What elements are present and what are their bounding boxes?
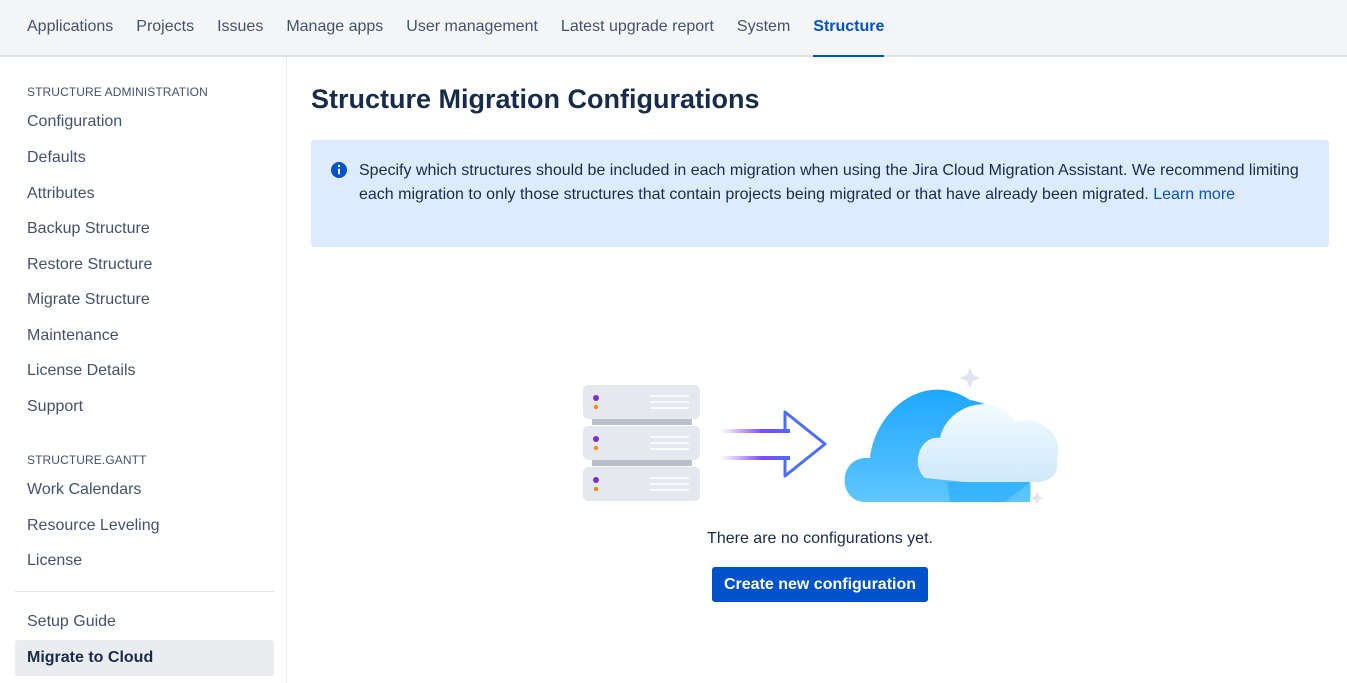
sidebar-item-attributes[interactable]: Attributes (27, 185, 95, 203)
arrow-right-icon (720, 410, 827, 478)
info-banner: Specify which structures should be inclu… (311, 140, 1329, 247)
empty-state-message: There are no configurations yet. (707, 530, 933, 547)
page-title: Structure Migration Configurations (311, 84, 760, 114)
sidebar-item-restore-structure[interactable]: Restore Structure (27, 256, 152, 274)
tab-system[interactable]: System (737, 0, 790, 55)
sidebar-divider (15, 591, 274, 592)
tab-user-management[interactable]: User management (406, 0, 538, 55)
tab-manage-apps[interactable]: Manage apps (286, 0, 383, 55)
sidebar-section-structure-administration: STRUCTURE ADMINISTRATION (27, 85, 208, 99)
tab-issues[interactable]: Issues (217, 0, 263, 55)
sidebar-item-maintenance[interactable]: Maintenance (27, 327, 119, 345)
sidebar-item-defaults[interactable]: Defaults (27, 149, 86, 167)
tab-projects[interactable]: Projects (136, 0, 194, 55)
sidebar-item-configuration[interactable]: Configuration (27, 113, 122, 131)
tab-applications[interactable]: Applications (27, 0, 113, 55)
sidebar-section-structure-gantt: STRUCTURE.GANTT (27, 453, 147, 467)
tab-structure[interactable]: Structure (813, 0, 885, 57)
top-navigation: Applications Projects Issues Manage apps… (0, 0, 1347, 57)
sidebar-item-support[interactable]: Support (27, 398, 83, 416)
sidebar-item-setup-guide[interactable]: Setup Guide (27, 613, 116, 631)
sidebar-item-license-details[interactable]: License Details (27, 362, 136, 380)
banner-text: Specify which structures should be inclu… (359, 159, 1309, 207)
sidebar-item-migrate-to-cloud[interactable]: Migrate to Cloud (15, 640, 274, 676)
cloud-icon (844, 368, 1059, 504)
sidebar: STRUCTURE ADMINISTRATION Configuration D… (0, 57, 287, 683)
learn-more-link[interactable]: Learn more (1153, 186, 1235, 203)
server-to-cloud-illustration (583, 368, 1059, 504)
create-new-configuration-button[interactable]: Create new configuration (712, 567, 928, 602)
sidebar-item-work-calendars[interactable]: Work Calendars (27, 481, 141, 499)
info-icon (331, 162, 347, 178)
tab-latest-upgrade-report[interactable]: Latest upgrade report (561, 0, 714, 55)
sidebar-item-license[interactable]: License (27, 552, 82, 570)
sidebar-item-backup-structure[interactable]: Backup Structure (27, 220, 150, 238)
sidebar-item-migrate-structure[interactable]: Migrate Structure (27, 291, 150, 309)
server-icon (583, 385, 700, 501)
